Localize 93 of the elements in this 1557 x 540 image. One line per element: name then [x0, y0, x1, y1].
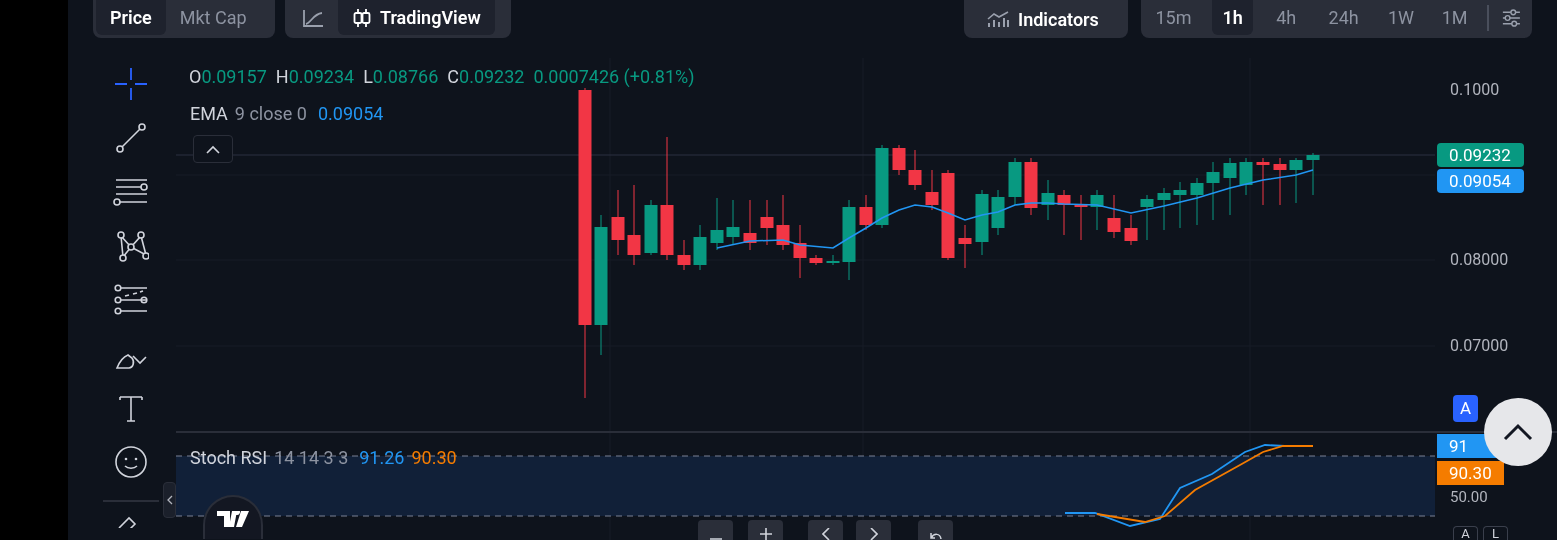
candle [611, 189, 625, 256]
candle [1273, 157, 1287, 206]
indicator-value: 0.09054 [317, 102, 384, 126]
candle [1223, 157, 1237, 216]
chevron-right-button[interactable] [856, 520, 891, 540]
candle [958, 224, 972, 269]
candle [1140, 194, 1154, 241]
candle [1173, 181, 1187, 229]
timeframe-tab[interactable]: 4h [1265, 0, 1308, 35]
candle [908, 149, 922, 191]
candle [975, 189, 989, 256]
reset-button[interactable] [918, 520, 953, 540]
price-tag: 0.09054 [1437, 169, 1524, 193]
logo-icon [217, 511, 249, 527]
scale-button[interactable]: L [1483, 526, 1508, 540]
candle [1057, 189, 1071, 236]
candle [677, 239, 691, 271]
candle [991, 189, 1005, 236]
chevron-up-icon [1503, 423, 1533, 441]
candle [859, 194, 873, 231]
indicator-params: 14 14 3 3 [274, 446, 349, 470]
candle [826, 254, 840, 266]
zoom-in-icon [759, 528, 772, 540]
collapse-legend-button[interactable] [193, 135, 233, 163]
candle [1306, 152, 1320, 196]
scale-button[interactable]: A [1453, 526, 1478, 540]
timeframe-tab[interactable]: 1h [1211, 0, 1254, 35]
line-chart-icon [302, 7, 324, 28]
candle [1190, 177, 1204, 226]
indicator-name: Stoch RSI [190, 446, 268, 470]
candle [925, 169, 939, 211]
candle [793, 224, 807, 279]
indicator-value: 91.26 [359, 446, 405, 470]
indicators-icon [986, 10, 1010, 28]
indicator-params: 9 close 0 [234, 102, 307, 126]
toggle-tab[interactable]: Mkt Cap [165, 0, 261, 35]
settings-icon[interactable] [1501, 6, 1522, 29]
timeframe-tab[interactable]: 15m [1147, 0, 1200, 35]
trend-line-icon[interactable] [113, 120, 149, 156]
candles-chart-button[interactable]: TradingView [338, 0, 495, 35]
axis-label: 0.08000 [1450, 249, 1509, 271]
price-tag: 0.09232 [1437, 143, 1524, 167]
chevron-left-icon [821, 528, 830, 540]
ohlc-value: O0.09157 [189, 65, 267, 89]
timeframe-tab[interactable]: 1W [1380, 0, 1422, 35]
indicators-button[interactable]: Indicators [964, 0, 1128, 38]
candle [1206, 161, 1220, 221]
axis-label: 50.00 [1450, 487, 1488, 508]
candle [1256, 157, 1270, 206]
price-change: 0.0007426 (+0.81%) [533, 65, 695, 89]
timeframe-tab[interactable]: 1M [1433, 0, 1476, 35]
chevron-right-icon [869, 528, 878, 540]
zoom-in-button[interactable] [748, 520, 783, 540]
timeframe-tab[interactable]: 24h [1319, 0, 1369, 35]
candle [710, 197, 724, 251]
candle [1239, 157, 1253, 196]
candle [809, 254, 823, 266]
collapse-toolbar-button[interactable] [163, 482, 176, 518]
candle [1289, 157, 1303, 204]
candle [1090, 189, 1104, 231]
smiley-icon[interactable] [113, 444, 149, 480]
ohlc-value: C0.09232 [447, 65, 525, 89]
fib-lines-icon[interactable] [113, 282, 149, 318]
chevron-left-button[interactable] [808, 520, 843, 540]
scale-button[interactable]: A [1453, 395, 1478, 422]
candle [776, 194, 790, 251]
ohlc-value: H0.09234 [275, 65, 355, 89]
candle [1024, 157, 1038, 216]
indicator-value: 90.30 [411, 446, 457, 470]
chevron-up-icon [206, 144, 220, 154]
candlestick-icon [352, 7, 372, 28]
candle [726, 199, 740, 246]
zoom-out-button[interactable] [698, 520, 733, 540]
crosshair-icon[interactable] [113, 66, 149, 102]
candle [644, 199, 658, 256]
ohlc-value: L0.08766 [363, 65, 439, 89]
toggle-tab[interactable]: Price [96, 0, 166, 35]
indicator-tag: 90.30 [1437, 461, 1504, 485]
candle [743, 199, 757, 251]
chevron-left-icon [166, 495, 173, 505]
candle [1157, 187, 1171, 231]
indicator-name: EMA [190, 102, 228, 126]
axis-label: 0.07000 [1450, 335, 1509, 357]
candle [1107, 194, 1121, 239]
candle [892, 144, 906, 176]
candle [693, 224, 707, 271]
candle [1124, 214, 1138, 246]
reset-icon [929, 532, 942, 540]
candle [1074, 194, 1088, 241]
candle [1041, 179, 1055, 221]
candle [1008, 157, 1022, 206]
axis-label: 0.1000 [1450, 79, 1500, 101]
candle [760, 199, 774, 246]
